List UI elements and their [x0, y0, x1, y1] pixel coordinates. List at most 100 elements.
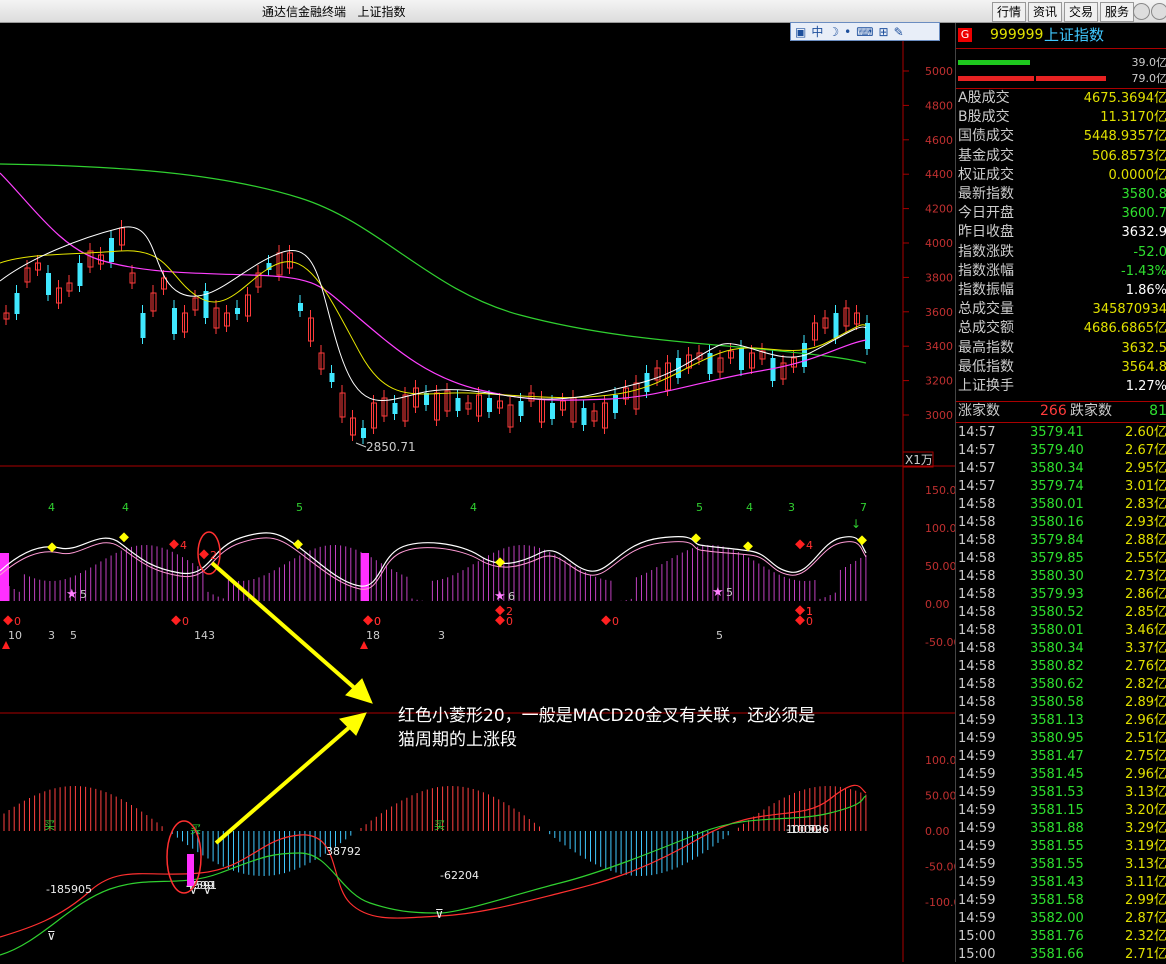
tick-price: 3579.93: [1030, 585, 1084, 604]
tick-row: 14:593581.472.75亿: [956, 747, 1166, 766]
tick-time: 14:59: [958, 873, 995, 892]
candle-body-down: [46, 273, 51, 295]
stat-row: 国债成交5448.9357亿: [956, 127, 1166, 146]
annotation-line-2: 猫周期的上涨段: [398, 730, 517, 750]
zoom-icon[interactable]: ▣: [795, 25, 806, 39]
indicator-bottom-label: 5: [716, 629, 723, 642]
red-diamond: [171, 615, 181, 625]
macd-tick: -100.0: [925, 896, 955, 909]
red-diamond-label: 0: [806, 615, 813, 628]
group-badge: G: [958, 28, 972, 42]
tick-time: 14:58: [958, 675, 995, 694]
tick-volume: 2.82亿: [1125, 675, 1166, 694]
tick-price: 3580.62: [1030, 675, 1084, 694]
indicator-bottom-label: 10: [8, 629, 22, 642]
red-diamond: [495, 615, 505, 625]
keyboard-icon[interactable]: ⌨: [856, 25, 873, 39]
menu-news[interactable]: 资讯: [1028, 2, 1062, 22]
stat-label: 基金成交: [958, 147, 1014, 166]
chinese-input-icon[interactable]: 中: [811, 25, 823, 39]
candle-body-down: [865, 323, 870, 349]
red-diamond: [3, 615, 13, 625]
tick-price: 3581.47: [1030, 747, 1084, 766]
stat-label: B股成交: [958, 108, 1010, 127]
function-icon[interactable]: ⊞: [879, 25, 889, 39]
stat-value: -52.0: [1133, 243, 1166, 262]
stat-label: 最新指数: [958, 185, 1014, 204]
macd-dif-line: [0, 785, 866, 937]
sell-bar-2: [1036, 76, 1106, 81]
tick-price: 3580.34: [1030, 459, 1084, 478]
tick-volume: 2.51亿: [1125, 729, 1166, 748]
red-diamond-label: 4: [806, 539, 813, 552]
sell-bar-1: [958, 76, 1034, 81]
chart-area[interactable]: 5000480046004400420040003800360034003200…: [0, 23, 955, 962]
tick-price: 3582.00: [1030, 909, 1084, 928]
up-triangle-icon: [2, 641, 10, 649]
candle-body-down: [393, 403, 398, 414]
stat-label: 指数振幅: [958, 281, 1014, 300]
stat-label: 昨日收盘: [958, 223, 1014, 242]
buy-signal-label: 买: [44, 819, 55, 832]
tick-volume: 3.01亿: [1125, 477, 1166, 496]
tick-volume: 2.93亿: [1125, 513, 1166, 532]
stat-value: 1.86%: [1126, 281, 1166, 300]
stat-label: 上证换手: [958, 377, 1014, 396]
stat-value: 345870934: [1093, 300, 1166, 319]
red-diamond: [795, 605, 805, 615]
stat-label: 总成交量: [958, 300, 1014, 319]
tick-volume: 2.73亿: [1125, 567, 1166, 586]
stat-row: 最新指数 3580.8: [956, 185, 1166, 204]
indicator-bottom-label: 3: [438, 629, 445, 642]
ma5-line: [0, 227, 866, 401]
menu-service[interactable]: 服务: [1100, 2, 1134, 22]
tick-price: 3580.01: [1030, 495, 1084, 514]
indicator-top-label: 5: [696, 501, 703, 514]
candle-body-down: [15, 293, 20, 314]
stat-value: 0.0000亿: [1109, 166, 1166, 185]
red-diamond-label: 0: [612, 615, 619, 628]
stat-row: 总成交量 345870934: [956, 300, 1166, 319]
minimize-icon[interactable]: [1133, 3, 1150, 20]
stat-value: 3580.8: [1122, 185, 1166, 204]
macd-value-label: -185905: [46, 883, 92, 896]
red-diamond-label: 0: [14, 615, 21, 628]
menu-trade[interactable]: 交易: [1064, 2, 1098, 22]
maximize-icon[interactable]: [1151, 3, 1166, 20]
macd-highlight-bar: [187, 854, 194, 886]
tick-volume: 2.87亿: [1125, 909, 1166, 928]
candle-body-down: [519, 401, 524, 416]
menu-quotes[interactable]: 行情: [992, 2, 1026, 22]
dot-icon[interactable]: •: [844, 25, 851, 39]
stat-row: 指数振幅 1.86%: [956, 281, 1166, 300]
tick-price: 3581.88: [1030, 819, 1084, 838]
indicator-tick: 100.0: [925, 522, 955, 535]
tick-row: 14:583579.842.88亿: [956, 531, 1166, 550]
candle-body-down: [330, 373, 335, 382]
wrench-icon[interactable]: ✎: [894, 25, 904, 39]
tick-price: 3581.43: [1030, 873, 1084, 892]
cross-marker-icon: ⊽: [435, 907, 444, 921]
yellow-diamond: [119, 532, 129, 542]
indicator-top-label: 4: [122, 501, 129, 514]
tick-volume: 3.19亿: [1125, 837, 1166, 856]
tick-time: 14:58: [958, 495, 995, 514]
tick-time: 15:00: [958, 927, 995, 946]
tick-time: 14:57: [958, 477, 995, 496]
stat-label: 指数涨幅: [958, 262, 1014, 281]
stat-row: 权证成交0.0000亿: [956, 166, 1166, 185]
indicator-tick: 150.0: [925, 484, 955, 497]
macd-value-label: 596: [808, 823, 829, 836]
tick-time: 14:59: [958, 801, 995, 820]
candlestick-series: [4, 220, 870, 444]
macd-tick: 100.0: [925, 754, 955, 767]
tick-row: 14:593581.883.29亿: [956, 819, 1166, 838]
tick-price: 3580.16: [1030, 513, 1084, 532]
tick-row: 14:58 3580.62 2.82亿: [956, 675, 1166, 694]
stat-row: 指数涨跌-52.0: [956, 243, 1166, 262]
macd-tick: 0.00: [925, 825, 950, 838]
candle-body-down: [487, 398, 492, 412]
moon-icon[interactable]: ☽: [828, 25, 839, 39]
tick-price: 3581.66: [1030, 945, 1084, 964]
tick-time: 14:58: [958, 603, 995, 622]
